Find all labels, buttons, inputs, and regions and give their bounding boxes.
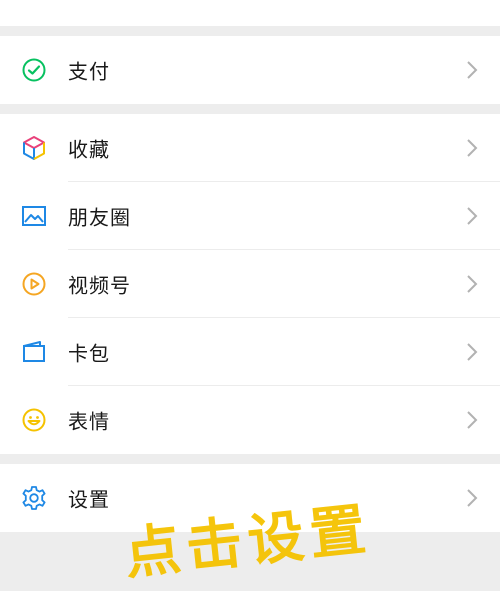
play-circle-icon [20,270,48,298]
menu-item-label: 表情 [68,409,110,434]
menu-item-stickers[interactable]: 表情 [0,386,500,454]
chevron-right-icon [467,61,478,79]
section-gap [0,454,500,464]
section-gap [0,26,500,36]
menu-item-cards[interactable]: 卡包 [0,318,500,386]
menu-item-label: 支付 [68,59,110,84]
menu-item-favorites[interactable]: 收藏 [0,114,500,182]
menu-item-label: 朋友圈 [68,205,131,230]
menu-item-moments[interactable]: 朋友圈 [0,182,500,250]
chevron-right-icon [467,207,478,225]
chevron-right-icon [467,343,478,361]
features-group: 收藏 朋友圈 视频号 卡包 表情 [0,114,500,454]
menu-item-label: 卡包 [68,341,110,366]
menu-item-label: 设置 [68,487,110,512]
chevron-right-icon [467,411,478,429]
wallet-icon [20,338,48,366]
section-gap [0,104,500,114]
chevron-right-icon [467,139,478,157]
menu-item-channels[interactable]: 视频号 [0,250,500,318]
menu-item-label: 收藏 [68,137,110,162]
top-partial-section [0,0,500,26]
chevron-right-icon [467,275,478,293]
menu-item-pay[interactable]: 支付 [0,36,500,104]
image-icon [20,202,48,230]
menu-item-label: 视频号 [68,273,131,298]
favorites-cube-icon [20,134,48,162]
chevron-right-icon [467,489,478,507]
smiley-icon [20,406,48,434]
gear-icon [20,484,48,512]
pay-icon [20,56,48,84]
pay-group: 支付 [0,36,500,104]
